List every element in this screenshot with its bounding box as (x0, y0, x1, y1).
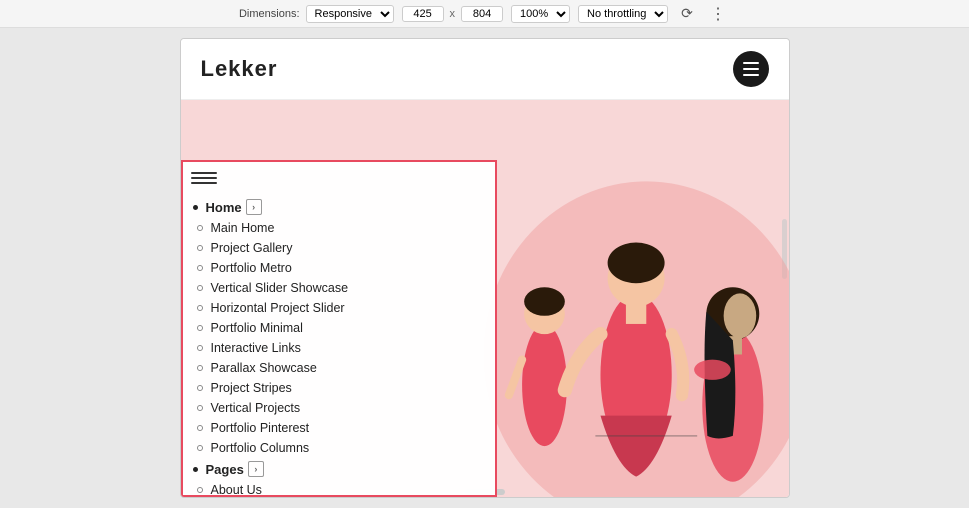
nav-vertical-projects[interactable]: Vertical Projects (183, 398, 495, 418)
nav-home-parent[interactable]: Home › (183, 196, 495, 218)
mobile-nav-overlay: Home › Main Home Project Gallery Portfol… (181, 160, 497, 497)
preview-area: Lekker (0, 28, 969, 508)
rotate-icon: ⟳ (681, 5, 693, 22)
nav-pages-parent[interactable]: Pages › (183, 458, 495, 480)
vertical-projects-bullet (197, 405, 203, 411)
menu-line-3 (191, 182, 217, 184)
main-home-bullet (197, 225, 203, 231)
about-us-bullet (197, 487, 203, 493)
throttle-select[interactable]: No throttling (578, 5, 668, 23)
hamburger-line-2 (743, 68, 759, 70)
nav-horizontal-slider[interactable]: Horizontal Project Slider (183, 298, 495, 318)
browser-frame: Lekker (180, 38, 790, 498)
pages-bullet (193, 467, 198, 472)
site-logo: Lekker (201, 56, 278, 82)
zoom-select[interactable]: 100% (511, 5, 570, 23)
nav-interactive-links[interactable]: Interactive Links (183, 338, 495, 358)
portfolio-minimal-bullet (197, 325, 203, 331)
home-bullet (193, 205, 198, 210)
hamburger-icon (743, 62, 759, 76)
pages-label: Pages (206, 462, 244, 477)
portfolio-metro-bullet (197, 265, 203, 271)
menu-line-1 (191, 172, 217, 174)
devtools-toolbar: Dimensions: Responsive x 100% No throttl… (0, 0, 969, 28)
horizontal-slider-bullet (197, 305, 203, 311)
site-header: Lekker (181, 39, 789, 100)
responsive-select[interactable]: Responsive (306, 5, 394, 23)
pages-expand-arrow[interactable]: › (248, 461, 264, 477)
nav-portfolio-columns[interactable]: Portfolio Columns (183, 438, 495, 458)
toolbar-dimensions-group: Dimensions: Responsive (239, 5, 394, 23)
more-options-button[interactable]: ⋮ (706, 4, 730, 24)
nav-about-us[interactable]: About Us (183, 480, 495, 497)
project-gallery-bullet (197, 245, 203, 251)
toolbar-zoom-group: 100% (511, 5, 570, 23)
parallax-bullet (197, 365, 203, 371)
portfolio-pinterest-bullet (197, 425, 203, 431)
vertical-slider-bullet (197, 285, 203, 291)
nav-portfolio-minimal[interactable]: Portfolio Minimal (183, 318, 495, 338)
portfolio-columns-bullet (197, 445, 203, 451)
hamburger-button[interactable] (733, 51, 769, 87)
nav-close-icon[interactable] (191, 172, 217, 192)
hamburger-line-3 (743, 74, 759, 76)
toolbar-size-group: x (402, 6, 504, 22)
toolbar-throttle-group: No throttling (578, 5, 668, 23)
hamburger-line-1 (743, 62, 759, 64)
times-symbol: x (450, 8, 456, 20)
nav-vertical-slider[interactable]: Vertical Slider Showcase (183, 278, 495, 298)
home-label: Home (206, 200, 242, 215)
nav-project-stripes[interactable]: Project Stripes (183, 378, 495, 398)
width-input[interactable] (402, 6, 444, 22)
rotate-button[interactable]: ⟳ (676, 4, 698, 24)
project-stripes-bullet (197, 385, 203, 391)
home-expand-arrow[interactable]: › (246, 199, 262, 215)
menu-line-2 (191, 177, 217, 179)
site-content: Home › Main Home Project Gallery Portfol… (181, 100, 789, 497)
nav-project-gallery[interactable]: Project Gallery (183, 238, 495, 258)
nav-portfolio-metro[interactable]: Portfolio Metro (183, 258, 495, 278)
dimensions-label: Dimensions: (239, 8, 300, 20)
nav-main-home[interactable]: Main Home (183, 218, 495, 238)
nav-parallax-showcase[interactable]: Parallax Showcase (183, 358, 495, 378)
height-input[interactable] (461, 6, 503, 22)
interactive-links-bullet (197, 345, 203, 351)
nav-portfolio-pinterest[interactable]: Portfolio Pinterest (183, 418, 495, 438)
